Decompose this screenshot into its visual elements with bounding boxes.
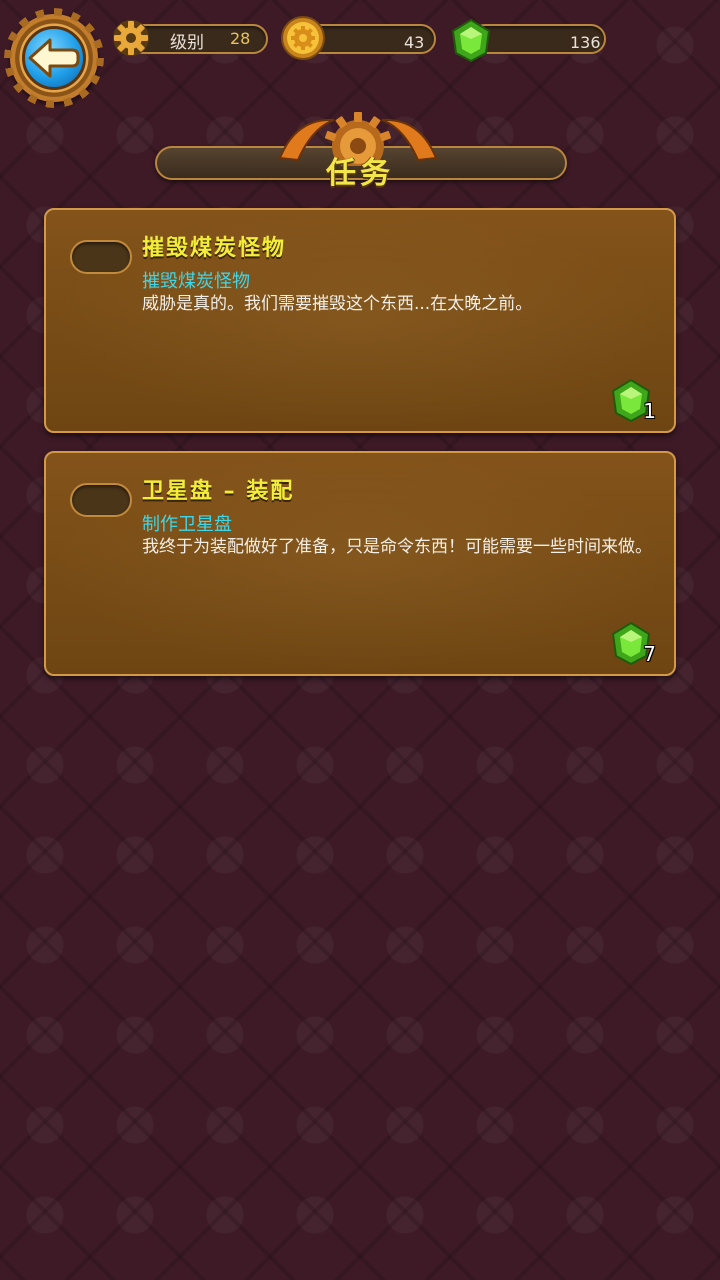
gear-icon [113, 20, 149, 56]
quest-card[interactable]: 卫星盘 – 装配 制作卫星盘 我终于为装配做好了准备，只是命令东西！可能需要一些… [44, 451, 676, 676]
quest-title: 摧毁煤炭怪物 [142, 236, 287, 261]
level-label: 级别 [170, 33, 204, 53]
green-gem-icon [451, 18, 491, 63]
quest-description: 威胁是真的。我们需要摧毁这个东西...在太晚之前。 [142, 294, 533, 314]
quest-description: 我终于为装配做好了准备，只是命令东西！可能需要一些时间来做。 [142, 537, 652, 557]
back-arrow-icon [28, 38, 80, 78]
quest-title: 卫星盘 – 装配 [142, 479, 295, 504]
quest-toggle[interactable] [70, 240, 132, 274]
back-button[interactable] [4, 8, 104, 108]
page-title: 任务 [326, 156, 394, 191]
gold-coin-icon [281, 16, 325, 60]
quest-subtitle: 制作卫星盘 [142, 514, 232, 535]
quest-subtitle: 摧毁煤炭怪物 [142, 271, 250, 292]
gems-value: 136 [570, 33, 601, 52]
quest-card[interactable]: 摧毁煤炭怪物 摧毁煤炭怪物 威胁是真的。我们需要摧毁这个东西...在太晚之前。 … [44, 208, 676, 433]
level-value: 28 [230, 29, 251, 48]
reward-count: 7 [643, 642, 656, 666]
reward-count: 1 [643, 399, 656, 423]
quest-toggle[interactable] [70, 483, 132, 517]
quest-reward: 7 [608, 620, 656, 668]
coins-value: 43 [404, 33, 425, 52]
quest-reward: 1 [608, 377, 656, 425]
